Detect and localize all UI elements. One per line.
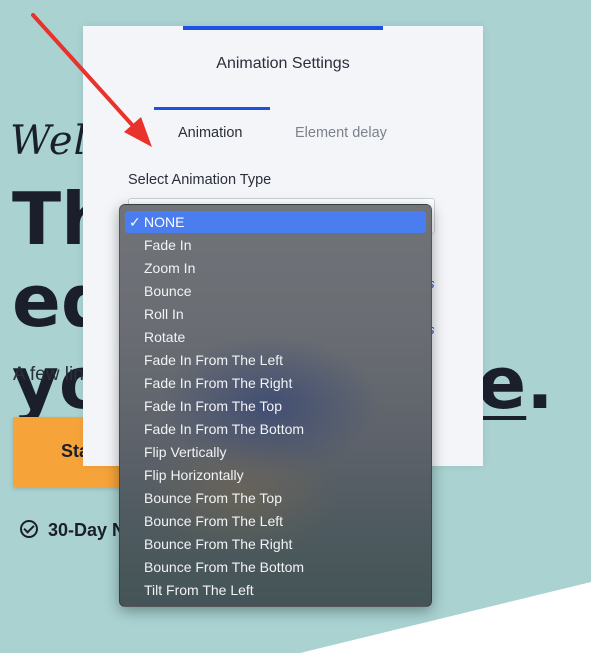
annotation-arrow: [31, 13, 152, 147]
